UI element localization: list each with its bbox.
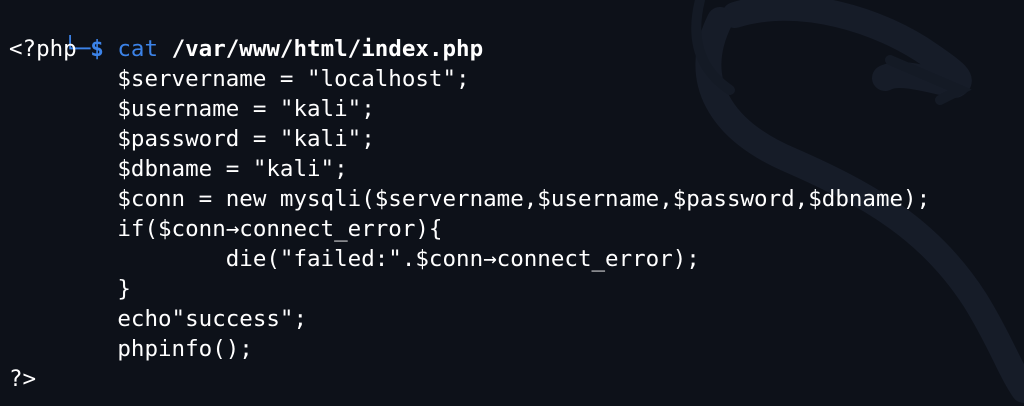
code-line: ?> [9,366,37,392]
prompt-dollar-sign: $ [90,36,104,62]
code-line: $username = "kali"; [9,96,375,122]
code-line: <?php [9,36,77,62]
code-line: $dbname = "kali"; [9,156,348,182]
code-line: phpinfo(); [9,336,253,362]
code-line: $servername = "localhost"; [9,66,470,92]
terminal-window[interactable]: └─$ cat /var/www/html/index.php <?php $s… [0,0,1024,406]
prompt-line: └─$ cat /var/www/html/index.php [9,4,483,62]
code-line: if($conn→connect_error){ [9,216,443,242]
code-line: } [9,276,131,302]
code-line: $password = "kali"; [9,126,375,152]
command-argument: /var/www/html/index.php [171,36,484,62]
code-line: die("failed:".$conn→connect_error); [9,246,700,272]
code-line: $conn = new mysqli($servername,$username… [9,186,931,212]
command-name: cat [117,36,159,62]
previous-prompt-fragment [9,0,369,2]
code-line: echo"success"; [9,306,308,332]
